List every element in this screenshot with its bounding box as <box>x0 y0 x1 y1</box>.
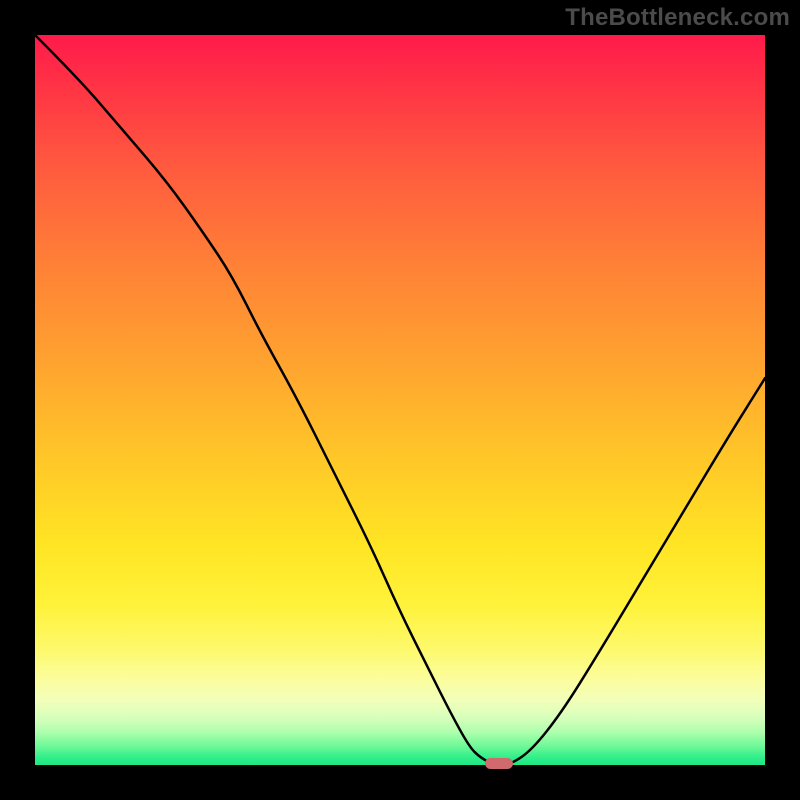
plot-area <box>35 35 765 765</box>
optimal-marker <box>485 758 513 769</box>
watermark-text: TheBottleneck.com <box>565 4 790 32</box>
chart-frame: TheBottleneck.com <box>0 0 800 800</box>
curve-layer <box>35 35 765 765</box>
bottleneck-curve <box>35 35 765 765</box>
